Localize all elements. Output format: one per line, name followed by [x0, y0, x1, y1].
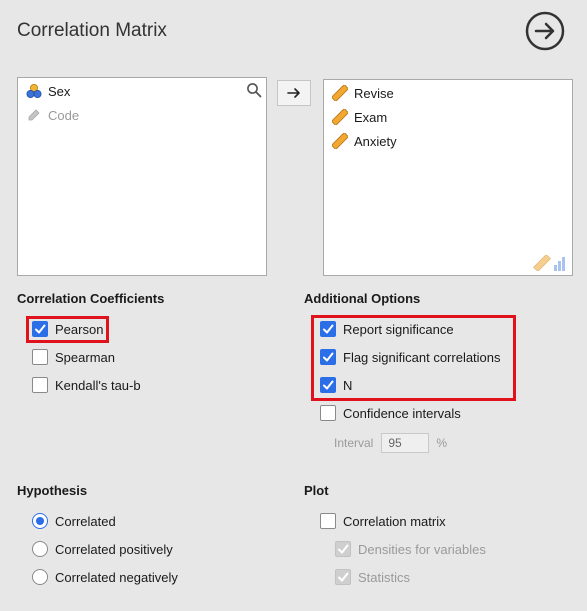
- search-button[interactable]: [246, 82, 262, 98]
- allowed-types-indicator: [532, 254, 568, 272]
- checkbox-box[interactable]: [320, 405, 336, 421]
- interval-unit: %: [436, 436, 448, 450]
- additional-options-heading: Additional Options: [304, 291, 421, 306]
- checkbox-box[interactable]: [320, 513, 336, 529]
- variable-item-sex[interactable]: Sex: [26, 82, 70, 100]
- nominal-variable-icon: [26, 84, 42, 98]
- confidence-intervals-checkbox[interactable]: Confidence intervals: [320, 403, 461, 423]
- arrow-right-icon: [287, 88, 300, 98]
- checkbox-label: Correlation matrix: [343, 513, 446, 529]
- radio-button[interactable]: [32, 541, 48, 557]
- plot-heading: Plot: [304, 483, 329, 498]
- checkmark-icon: [338, 544, 349, 554]
- source-variables-list[interactable]: Sex Code: [17, 77, 267, 276]
- run-analysis-button[interactable]: [525, 11, 565, 51]
- densities-for-variables-checkbox[interactable]: Densities for variables: [335, 539, 486, 559]
- checkbox-box[interactable]: [32, 377, 48, 393]
- variable-label: Code: [48, 107, 80, 123]
- correlated-negatively-radio[interactable]: Correlated negatively: [32, 567, 178, 587]
- variable-label: Anxiety: [354, 133, 397, 149]
- radio-label: Correlated: [55, 513, 116, 529]
- interval-input[interactable]: 95: [381, 433, 430, 453]
- transfer-button[interactable]: [277, 80, 311, 106]
- page-title: Correlation Matrix: [17, 20, 167, 41]
- arrow-circle-right-icon: [525, 11, 565, 51]
- correlated-radio[interactable]: Correlated: [32, 511, 116, 531]
- kendall-tau-b-checkbox[interactable]: Kendall's tau-b: [32, 375, 141, 395]
- checkbox-box[interactable]: [335, 569, 351, 585]
- radio-button[interactable]: [32, 569, 48, 585]
- checkbox-label: Confidence intervals: [343, 405, 461, 421]
- correlation-matrix-plot-checkbox[interactable]: Correlation matrix: [320, 511, 446, 531]
- hypothesis-heading: Hypothesis: [17, 483, 88, 498]
- checkbox-label: Statistics: [358, 569, 411, 585]
- statistics-checkbox[interactable]: Statistics: [335, 567, 410, 587]
- radio-label: Correlated positively: [55, 541, 173, 557]
- checkmark-icon: [338, 572, 349, 582]
- id-variable-icon: [28, 109, 40, 121]
- search-icon: [247, 83, 262, 98]
- radio-button[interactable]: [32, 513, 48, 529]
- interval-row: Interval 95 %: [334, 433, 447, 453]
- variable-item-revise[interactable]: Revise: [332, 84, 394, 102]
- checkbox-label: Spearman: [55, 349, 115, 365]
- variable-item-anxiety[interactable]: Anxiety: [332, 132, 397, 150]
- highlight-box-additional-options: [311, 315, 516, 401]
- correlated-positively-radio[interactable]: Correlated positively: [32, 539, 173, 559]
- variable-label: Sex: [48, 83, 71, 99]
- checkbox-label: Densities for variables: [358, 541, 486, 557]
- correlation-coefficients-heading: Correlation Coefficients: [17, 291, 165, 306]
- target-variables-list[interactable]: Revise Exam Anxiety: [323, 79, 573, 276]
- highlight-box-pearson: [26, 316, 109, 343]
- checkbox-label: Kendall's tau-b: [55, 377, 141, 393]
- continuous-variable-icon: [332, 133, 348, 149]
- spearman-checkbox[interactable]: Spearman: [32, 347, 115, 367]
- variable-item-code[interactable]: Code: [26, 106, 79, 124]
- variable-label: Revise: [354, 85, 394, 101]
- continuous-ordinal-types-icon: [533, 254, 565, 272]
- continuous-variable-icon: [332, 85, 348, 101]
- checkbox-box[interactable]: [335, 541, 351, 557]
- continuous-variable-icon: [332, 109, 348, 125]
- radio-label: Correlated negatively: [55, 569, 178, 585]
- variable-label: Exam: [354, 109, 388, 125]
- checkbox-box[interactable]: [32, 349, 48, 365]
- variable-item-exam[interactable]: Exam: [332, 108, 387, 126]
- interval-label: Interval: [334, 436, 374, 450]
